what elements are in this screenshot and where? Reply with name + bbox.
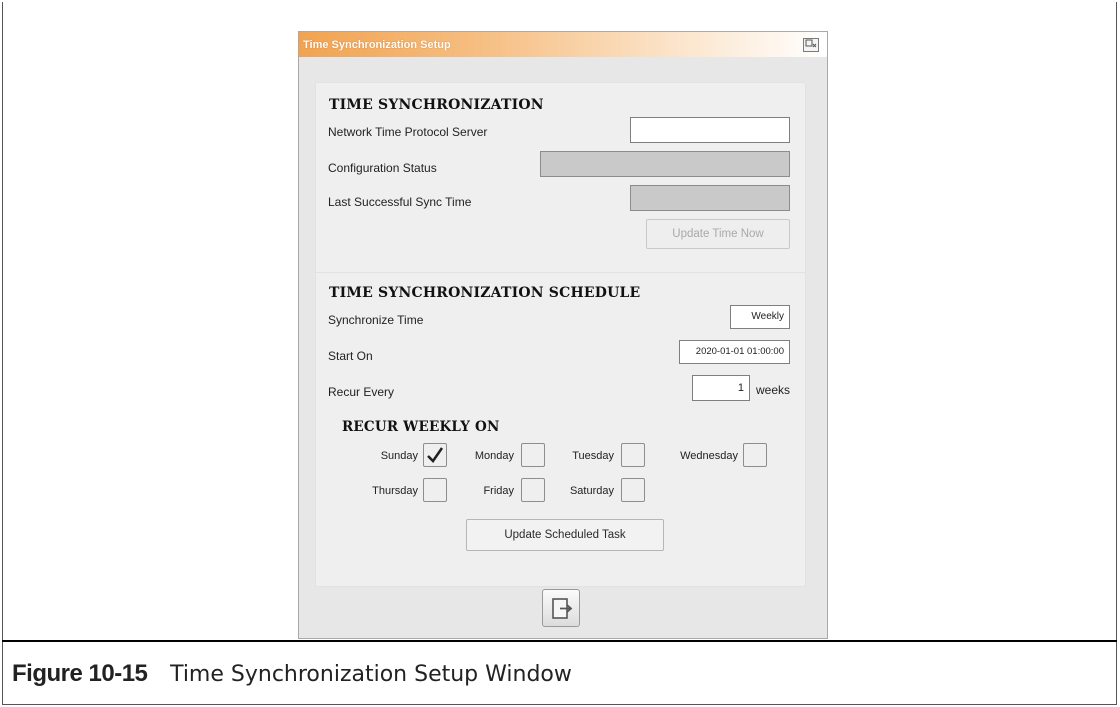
- config-status-field: [540, 151, 790, 177]
- figure-number: Figure 10-15: [12, 660, 148, 687]
- recur-every-label: Recur Every: [328, 385, 395, 399]
- caption-divider: [2, 640, 1117, 642]
- saturday-checkbox[interactable]: [621, 478, 645, 502]
- thursday-checkbox[interactable]: [423, 478, 447, 502]
- time-sync-setup-window: Time Synchronization Setup TIME SYNCHRON…: [298, 31, 828, 639]
- tuesday-checkbox[interactable]: [621, 443, 645, 467]
- ntp-server-label: Network Time Protocol Server: [328, 125, 488, 139]
- sync-schedule-panel: TIME SYNCHRONIZATION SCHEDULE Synchroniz…: [315, 272, 806, 587]
- window-titlebar[interactable]: Time Synchronization Setup: [299, 32, 827, 57]
- recur-weekly-heading: RECUR WEEKLY ON: [342, 419, 500, 435]
- restore-window-icon[interactable]: [803, 38, 819, 52]
- ntp-server-input[interactable]: [630, 117, 790, 143]
- recur-every-input[interactable]: 1: [692, 375, 750, 401]
- time-sync-panel: TIME SYNCHRONIZATION Network Time Protoc…: [315, 82, 806, 294]
- friday-label: Friday: [483, 485, 514, 497]
- tuesday-label: Tuesday: [572, 450, 614, 462]
- friday-checkbox[interactable]: [521, 478, 545, 502]
- sync-schedule-heading: TIME SYNCHRONIZATION SCHEDULE: [329, 285, 641, 301]
- last-sync-label: Last Successful Sync Time: [328, 195, 472, 209]
- last-sync-field: [630, 185, 790, 211]
- update-scheduled-task-button[interactable]: Update Scheduled Task: [466, 519, 664, 551]
- exit-door-icon: [552, 598, 573, 619]
- check-mark-icon: [427, 447, 444, 463]
- config-status-label: Configuration Status: [328, 161, 437, 175]
- sunday-checkbox[interactable]: [423, 443, 447, 467]
- sync-time-label: Synchronize Time: [328, 313, 424, 327]
- monday-checkbox[interactable]: [521, 443, 545, 467]
- monday-label: Monday: [474, 450, 514, 462]
- wednesday-label: Wednesday: [680, 450, 738, 462]
- time-sync-heading: TIME SYNCHRONIZATION: [329, 97, 544, 113]
- update-time-now-button[interactable]: Update Time Now: [646, 219, 790, 249]
- recur-every-unit: weeks: [756, 383, 791, 397]
- start-on-label: Start On: [328, 349, 373, 363]
- sync-time-select[interactable]: Weekly: [730, 305, 790, 329]
- start-on-input[interactable]: 2020-01-01 01:00:00: [679, 340, 790, 364]
- figure-title: Time Synchronization Setup Window: [170, 662, 572, 687]
- sunday-label: Sunday: [380, 450, 418, 462]
- figure-caption: Figure 10-15 Time Synchronization Setup …: [12, 660, 572, 688]
- exit-button[interactable]: [542, 589, 580, 627]
- thursday-label: Thursday: [372, 485, 418, 497]
- window-title: Time Synchronization Setup: [303, 39, 451, 51]
- saturday-label: Saturday: [569, 485, 614, 497]
- wednesday-checkbox[interactable]: [743, 443, 767, 467]
